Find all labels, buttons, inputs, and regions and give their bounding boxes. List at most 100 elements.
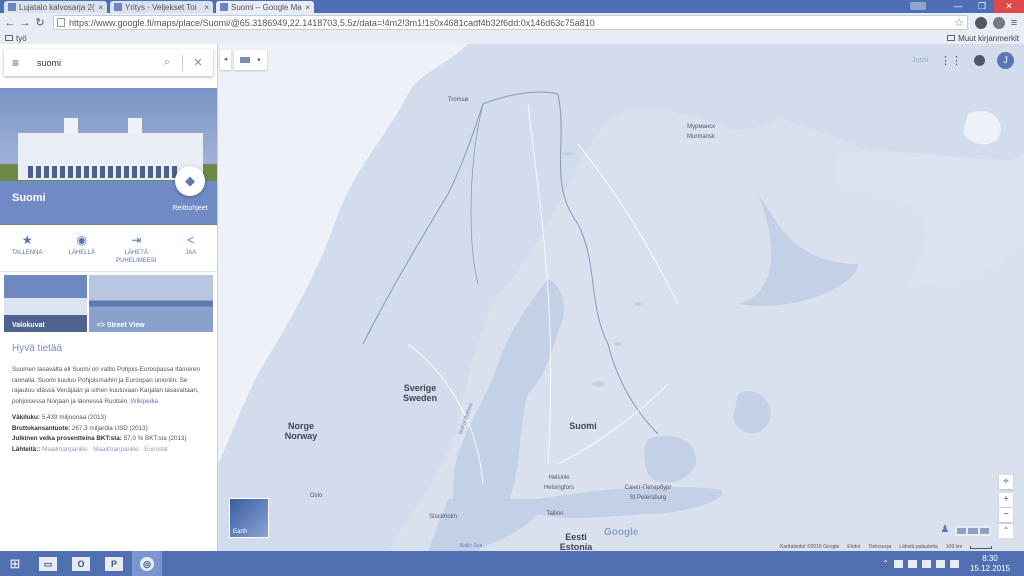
tray-app-icon[interactable] <box>907 559 917 568</box>
reload-icon[interactable]: ↻ <box>34 17 46 29</box>
terms-link[interactable]: Ehdot <box>847 544 860 550</box>
imagery-thumbnails[interactable] <box>955 526 991 536</box>
tab-favicon-icon <box>220 3 228 11</box>
star-icon: ★ <box>21 233 33 247</box>
tray-app-icon[interactable] <box>893 559 903 568</box>
fact-sources[interactable]: Maailmanpankki · Maailmanpankki · Eurost… <box>42 446 168 453</box>
directions-icon: ◆ <box>185 173 195 188</box>
map-label-tromso[interactable]: Tromsø <box>443 95 473 105</box>
fact-key: Lähteitä:: <box>12 445 41 453</box>
taskbar-chrome[interactable]: ◎ <box>132 551 162 576</box>
fact-value: 5,439 miljoonaa (2013) <box>41 414 107 421</box>
profile-chip[interactable] <box>910 2 926 10</box>
expand-icon[interactable]: ⌃ <box>999 524 1013 538</box>
browser-menu-icon[interactable]: ≡ <box>1008 17 1020 29</box>
street-view-label: <> Street View <box>96 322 145 329</box>
keyboard-layout-icon[interactable] <box>949 559 959 568</box>
apps-grid-icon[interactable]: ⋮⋮ <box>940 54 962 67</box>
minimize-button[interactable]: — <box>946 0 970 13</box>
map-label-estonia[interactable]: Eesti Estonia <box>551 532 601 551</box>
browser-tab[interactable]: Yritys - Veljekset Toi × <box>110 1 213 13</box>
extension-icon[interactable] <box>975 16 987 29</box>
map-label-norway[interactable]: Norge Norway <box>276 421 326 441</box>
input-tools-button[interactable]: ▾ <box>234 50 267 70</box>
taskbar-file-explorer[interactable]: ▭ <box>33 551 63 576</box>
collapse-panel-button[interactable]: ◂ <box>220 50 231 70</box>
place-panel: Suomi ◆ Reittiohjeet ★ TALLENNA ◉ LÄHELL… <box>0 44 218 551</box>
map-label-helsinki[interactable]: Helsinki Helsingfors <box>534 473 584 493</box>
scale-label[interactable]: 100 km <box>946 544 962 550</box>
zoom-out-button[interactable]: − <box>999 508 1013 522</box>
map-label-baltic-sea: Baltic Sea <box>459 543 483 549</box>
tab-close-icon[interactable]: × <box>204 3 209 12</box>
search-icon[interactable]: ⌕ <box>160 56 174 69</box>
zoom-in-button[interactable]: + <box>999 493 1013 507</box>
map-label-sweden[interactable]: Sverige Sweden <box>395 383 445 403</box>
outlook-icon: O <box>72 556 90 571</box>
taskbar-outlook[interactable]: O <box>66 551 96 576</box>
send-to-phone-icon: ⇥ <box>131 233 142 247</box>
tab-close-icon[interactable]: × <box>98 3 103 12</box>
restore-button[interactable]: ❐ <box>970 0 994 13</box>
save-button[interactable]: ★ TALLENNA <box>0 227 55 271</box>
share-button[interactable]: < JAA <box>164 227 218 271</box>
directions-button[interactable]: ◆ <box>175 166 205 196</box>
other-bookmarks[interactable]: Muut kirjanmerkit <box>958 34 1019 43</box>
earth-view-button[interactable]: Earth <box>229 498 269 538</box>
directions-label[interactable]: Reittiohjeet <box>164 205 216 212</box>
wikipedia-link[interactable]: Wikipedia <box>131 398 158 405</box>
clock-date: 15.12.2015 <box>969 563 1010 573</box>
facts-list: Väkiluku: 5,439 miljoonaa (2013) Bruttok… <box>12 413 208 455</box>
tab-close-icon[interactable]: × <box>305 3 310 12</box>
browser-tabbar: Lujatalo kalvosarja 2( × Yritys - Veljek… <box>0 0 1024 13</box>
network-icon[interactable] <box>921 559 931 568</box>
photo-strip: Valokuvat <> Street View <box>4 275 213 332</box>
scale-bar <box>970 545 993 549</box>
browser-tab[interactable]: Lujatalo kalvosarja 2( × <box>4 1 107 13</box>
address-bar[interactable]: https://www.google.fi/maps/place/Suomi/@… <box>53 15 968 30</box>
forward-icon[interactable]: → <box>19 17 31 29</box>
send-to-phone-button[interactable]: ⇥ LÄHETÄ PUHELIMEESI <box>109 227 164 271</box>
browser-toolbar: ← → ↻ https://www.google.fi/maps/place/S… <box>0 13 1024 32</box>
windows-start-icon[interactable]: ⊞ <box>0 551 30 576</box>
taskbar-powerpoint[interactable]: P <box>99 551 129 576</box>
map-label-finland[interactable]: Suomi <box>563 421 603 431</box>
fact-key: Bruttokansantuote: <box>12 424 71 432</box>
menu-icon[interactable]: ≡ <box>12 56 23 70</box>
fact-row: Väkiluku: 5,439 miljoonaa (2013) <box>12 413 208 424</box>
notifications-icon[interactable] <box>974 55 985 66</box>
volume-icon[interactable] <box>935 559 945 568</box>
action-label: JAA <box>185 250 197 256</box>
street-view-thumbnail[interactable]: <> Street View <box>88 275 213 332</box>
pegman-icon[interactable]: ♟ <box>938 524 952 538</box>
search-box[interactable]: ≡ suomi ⌕ ✕ <box>4 49 213 76</box>
browser-tab-active[interactable]: Suomi – Google Map × <box>216 1 314 13</box>
nearby-button[interactable]: ◉ LÄHELLÄ <box>55 227 110 271</box>
page-icon <box>57 18 65 27</box>
my-location-button[interactable]: ⌖ <box>999 475 1013 489</box>
avatar[interactable]: J <box>997 52 1014 69</box>
map-label-murmansk[interactable]: Мурманск Murmansk <box>676 122 726 142</box>
map-label-st-petersburg[interactable]: Санкт-Петербург St Petersburg <box>613 483 683 503</box>
extension-icon[interactable] <box>993 16 1005 29</box>
fact-row: Julkinen velka prosentteina BKT:sta: 57,… <box>12 434 208 445</box>
map-label-stockholm[interactable]: Stockholm <box>423 512 463 522</box>
bookmark-folder-tyo[interactable]: työ <box>16 34 27 43</box>
feedback-link[interactable]: Lähetä palautetta <box>899 544 938 550</box>
map-label-tallinn[interactable]: Tallinn <box>540 509 570 519</box>
tray-expand-icon[interactable]: ⌃ <box>882 559 889 568</box>
taskbar-clock[interactable]: 8:30 15.12.2015 <box>970 554 1010 574</box>
map-canvas[interactable]: Norge Norway Sverige Sweden Suomi Eesti … <box>218 44 1024 551</box>
google-logo: Google <box>604 527 639 538</box>
user-name[interactable]: Jussi <box>912 57 928 64</box>
close-window-button[interactable]: ✕ <box>994 0 1024 13</box>
bookmark-star-icon[interactable]: ☆ <box>954 16 964 29</box>
search-input[interactable]: suomi <box>37 58 160 68</box>
back-icon[interactable]: ← <box>4 17 16 29</box>
map-account-controls: Jussi ⋮⋮ J <box>912 52 1014 69</box>
photos-thumbnail[interactable]: Valokuvat <box>4 275 87 332</box>
privacy-link[interactable]: Tietosuoja <box>868 544 891 550</box>
tab-favicon-icon <box>8 3 16 11</box>
clear-search-icon[interactable]: ✕ <box>191 56 205 69</box>
map-label-oslo[interactable]: Oslo <box>306 491 326 501</box>
